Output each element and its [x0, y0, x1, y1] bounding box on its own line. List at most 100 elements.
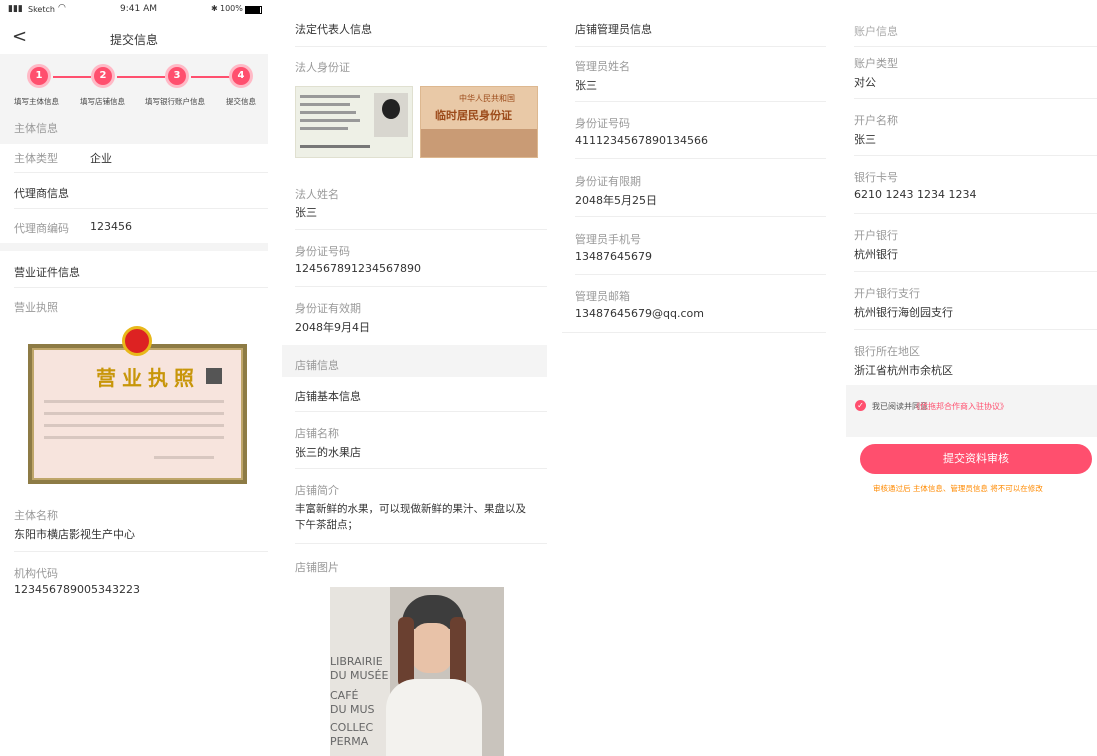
- divider: [854, 329, 1097, 330]
- screen-submit-info-1: ▮▮▮ Sketch ◠ 9:41 AM ✱ 100% < 提交信息 1 2 3…: [0, 0, 268, 756]
- id-valid-value: 2048年9月4日: [295, 321, 370, 334]
- submit-review-button[interactable]: 提交资料审核: [860, 444, 1092, 474]
- step-1-label: 填写主体信息: [14, 97, 59, 106]
- photo-text: DU MUS: [330, 703, 375, 716]
- admin-id-label: 身份证号码: [575, 117, 630, 130]
- admin-id-value: 4111234567890134566: [575, 134, 708, 147]
- org-code-value: 123456789005343223: [14, 583, 140, 596]
- agreement-link[interactable]: 《优拖邦合作商入驻协议》: [912, 401, 1008, 412]
- step-connector: [53, 76, 91, 78]
- photo-text: LIBRAIRIE: [330, 655, 383, 668]
- nav-bar: < 提交信息: [0, 22, 268, 54]
- divider: [575, 101, 826, 102]
- license-title: 营业执照: [96, 366, 200, 390]
- review-notice: 审核通过后 主体信息、管理员信息 将不可以在修改: [873, 484, 1043, 493]
- shop-section-header: 店铺信息: [295, 359, 339, 372]
- divider: [295, 543, 547, 544]
- admin-id-valid-value: 2048年5月25日: [575, 194, 657, 207]
- account-section-header: 账户信息: [854, 25, 898, 38]
- battery-percent: 100%: [220, 4, 243, 13]
- page-title: 提交信息: [110, 33, 159, 47]
- id-card-back-title: 中华人民共和国: [459, 94, 515, 103]
- account-name-label: 开户名称: [854, 114, 898, 127]
- divider: [14, 551, 268, 552]
- admin-email-value: 13487645679@qq.com: [575, 307, 704, 320]
- subject-type-label: 主体类型: [14, 152, 58, 165]
- id-number-value: 124567891234567890: [295, 262, 421, 275]
- subject-section-header: 主体信息: [14, 122, 58, 135]
- bank-card-value: 6210 1243 1234 1234: [854, 188, 977, 201]
- region-value: 浙江省杭州市余杭区: [854, 364, 953, 377]
- divider: [854, 98, 1097, 99]
- step-2-indicator: 2: [94, 67, 112, 85]
- account-type-value: 对公: [854, 76, 876, 89]
- shop-intro-line-2: 下午茶甜点；: [295, 519, 358, 531]
- branch-value: 杭州银行海创园支行: [854, 306, 953, 319]
- shop-basic-header: 店铺基本信息: [295, 390, 361, 403]
- business-license-image[interactable]: 营业执照: [28, 326, 247, 492]
- divider: [14, 208, 268, 209]
- shop-intro-label: 店铺简介: [295, 484, 339, 497]
- photo-text: CAFÉ: [330, 689, 359, 702]
- battery-icon: [245, 6, 262, 14]
- wifi-icon: ◠: [58, 3, 66, 13]
- account-name-value: 张三: [854, 133, 876, 146]
- checkbox-checked-icon[interactable]: ✓: [855, 400, 866, 411]
- admin-id-valid-label: 身份证有限期: [575, 175, 641, 188]
- license-label: 营业执照: [14, 301, 58, 314]
- id-card-back-image[interactable]: 中华人民共和国 临时居民身份证: [420, 86, 538, 158]
- step-4-indicator: 4: [232, 67, 250, 85]
- divider: [295, 46, 547, 47]
- admin-phone-label: 管理员手机号: [575, 233, 641, 246]
- back-chevron-icon[interactable]: <: [12, 26, 27, 47]
- id-card-label: 法人身份证: [295, 61, 350, 74]
- screen-submit-info-3: 店铺管理员信息 管理员姓名 张三 身份证号码 41112345678901345…: [562, 0, 826, 756]
- photo-text: PERMA: [330, 735, 369, 748]
- id-valid-label: 身份证有效期: [295, 302, 361, 315]
- status-bar: ▮▮▮ Sketch ◠ 9:41 AM ✱ 100%: [0, 0, 268, 22]
- step-1-indicator: 1: [30, 67, 48, 85]
- admin-email-label: 管理员邮箱: [575, 290, 630, 303]
- id-number-label: 身份证号码: [295, 245, 350, 258]
- org-code-label: 机构代码: [14, 567, 58, 580]
- step-connector: [117, 76, 165, 78]
- signal-icon: ▮▮▮: [8, 4, 23, 14]
- divider: [575, 216, 826, 217]
- divider: [295, 468, 547, 469]
- step-connector: [191, 76, 231, 78]
- id-card-back-subtitle: 临时居民身份证: [435, 109, 512, 122]
- divider: [295, 229, 547, 230]
- branch-label: 开户银行支行: [854, 287, 920, 300]
- step-2-label: 填写店铺信息: [80, 97, 125, 106]
- shop-photo[interactable]: LIBRAIRIE DU MUSÉE CAFÉ DU MUS COLLEC PE…: [330, 587, 504, 756]
- divider: [854, 213, 1097, 214]
- account-type-label: 账户类型: [854, 57, 898, 70]
- bank-label: 开户银行: [854, 229, 898, 242]
- screen-submit-info-4: 账户信息 账户类型 对公 开户名称 张三 银行卡号 6210 1243 1234…: [846, 0, 1097, 756]
- shop-name-label: 店铺名称: [295, 427, 339, 440]
- step-4-label: 提交信息: [226, 97, 256, 106]
- section-gap: [0, 243, 268, 251]
- carrier-label: Sketch: [28, 5, 55, 14]
- divider: [854, 271, 1097, 272]
- admin-section-header: 店铺管理员信息: [575, 23, 652, 36]
- agent-code-label: 代理商编码: [14, 222, 69, 235]
- screen-submit-info-2: 法定代表人信息 法人身份证 中华人民共和国 临时居民身份证 法人姓名 张三 身份…: [282, 0, 547, 756]
- step-3-label: 填写银行账户信息: [145, 97, 205, 106]
- id-card-front-image[interactable]: [295, 86, 413, 158]
- agent-code-value: 123456: [90, 220, 132, 233]
- agent-section-header: 代理商信息: [14, 187, 69, 200]
- divider: [14, 172, 268, 173]
- shop-name-value: 张三的水果店: [295, 446, 361, 459]
- divider: [575, 46, 826, 47]
- admin-name-value: 张三: [575, 79, 597, 92]
- divider: [295, 411, 547, 412]
- divider: [854, 155, 1097, 156]
- legal-name-value: 张三: [295, 206, 317, 219]
- divider: [854, 46, 1097, 47]
- bank-value: 杭州银行: [854, 248, 898, 261]
- clock-label: 9:41 AM: [120, 4, 157, 14]
- national-emblem-icon: [122, 326, 152, 356]
- bank-card-label: 银行卡号: [854, 171, 898, 184]
- divider: [295, 286, 547, 287]
